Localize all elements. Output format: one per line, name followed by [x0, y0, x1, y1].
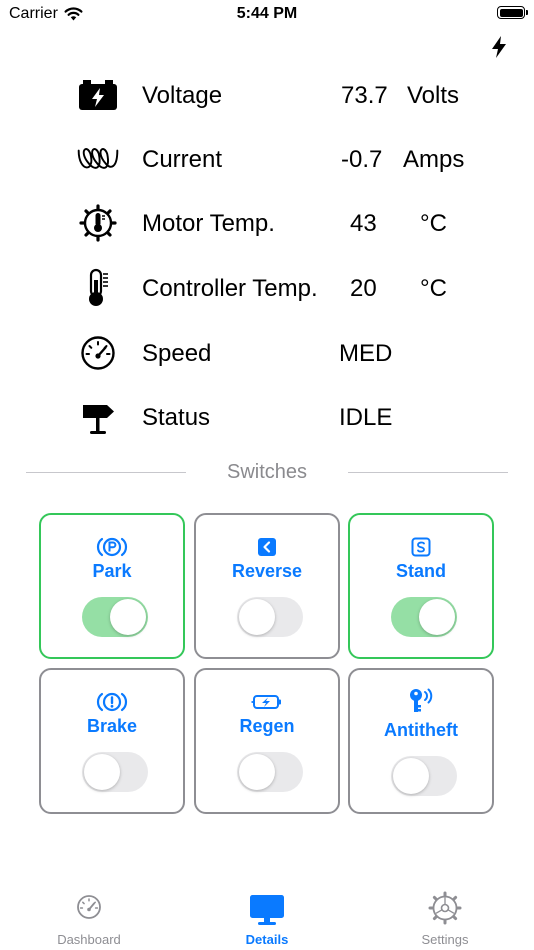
coil-icon — [77, 141, 119, 177]
battery-icon — [497, 6, 528, 19]
metric-value: 43 — [350, 210, 377, 237]
brake-warning-icon — [41, 692, 183, 712]
reverse-toggle[interactable] — [237, 597, 303, 637]
s-square-icon — [350, 537, 492, 557]
switch-tile-reverse[interactable]: Reverse — [194, 513, 340, 659]
chevron-left-square-icon — [196, 537, 338, 557]
gear-icon — [356, 891, 534, 925]
metric-label: Speed — [142, 340, 212, 367]
tab-bar: Dashboard Details Settings — [0, 880, 534, 950]
switch-label: Brake — [86, 716, 138, 736]
metric-unit: Amps — [403, 146, 465, 173]
metric-label: Current — [142, 146, 223, 173]
signpost-icon — [77, 399, 119, 435]
parking-brake-icon — [41, 537, 183, 557]
switch-tile-regen[interactable]: Regen — [194, 668, 340, 814]
monitor-icon — [178, 894, 356, 926]
switch-label: Regen — [239, 716, 295, 736]
metric-row-motor-temp: Motor Temp. 43 °C — [0, 203, 534, 243]
status-time: 5:44 PM — [236, 5, 298, 22]
switch-label: Reverse — [231, 561, 303, 581]
metric-label: Motor Temp. — [142, 210, 275, 237]
switch-tile-park[interactable]: Park — [39, 513, 185, 659]
speedometer-icon — [0, 894, 178, 920]
metric-label: Voltage — [142, 82, 223, 109]
gear-thermometer-icon — [77, 204, 119, 242]
tab-details[interactable]: Details — [178, 880, 356, 950]
status-bar: Carrier 5:44 PM — [0, 0, 534, 30]
tab-label: Settings — [421, 932, 469, 947]
regen-toggle[interactable] — [237, 752, 303, 792]
tab-label: Dashboard — [57, 932, 121, 947]
switch-label: Stand — [395, 561, 446, 581]
switches-divider-right — [348, 472, 508, 473]
metric-unit: °C — [420, 210, 447, 237]
metric-row-current: Current -0.7 Amps — [0, 139, 534, 179]
tab-settings[interactable]: Settings — [356, 880, 534, 950]
metric-row-voltage: Voltage 73.7 Volts — [0, 75, 534, 115]
gauge-icon — [77, 335, 119, 371]
park-toggle[interactable] — [82, 597, 148, 637]
battery-charging-icon — [196, 692, 338, 712]
switch-label: Antitheft — [384, 720, 458, 740]
metric-value: IDLE — [339, 404, 393, 431]
switch-label: Park — [92, 561, 132, 581]
tab-dashboard[interactable]: Dashboard — [0, 880, 178, 950]
metric-row-speed: Speed MED — [0, 333, 534, 373]
switch-tile-brake[interactable]: Brake — [39, 668, 185, 814]
metric-row-status: Status IDLE — [0, 397, 534, 437]
tab-label: Details — [245, 932, 289, 947]
battery-bolt-icon — [77, 77, 119, 113]
antitheft-toggle[interactable] — [391, 756, 457, 796]
metric-value: -0.7 — [341, 146, 383, 173]
lightning-bolt-button[interactable] — [488, 35, 510, 59]
switch-tile-antitheft[interactable]: Antitheft — [348, 668, 494, 814]
metric-value: MED — [339, 340, 393, 367]
metric-label: Status — [142, 404, 211, 431]
brake-toggle[interactable] — [82, 752, 148, 792]
stand-toggle[interactable] — [391, 597, 457, 637]
metric-value: 73.7 — [341, 82, 388, 109]
key-signal-icon — [350, 688, 492, 714]
lightning-bolt-icon — [492, 36, 506, 58]
metric-row-controller-temp: Controller Temp. 20 °C — [0, 268, 534, 308]
thermometer-icon — [77, 268, 119, 306]
metric-label: Controller Temp. — [142, 275, 318, 302]
metric-value: 20 — [350, 275, 377, 302]
metric-unit: °C — [420, 275, 447, 302]
switch-tile-stand[interactable]: Stand — [348, 513, 494, 659]
metric-unit: Volts — [407, 82, 460, 109]
